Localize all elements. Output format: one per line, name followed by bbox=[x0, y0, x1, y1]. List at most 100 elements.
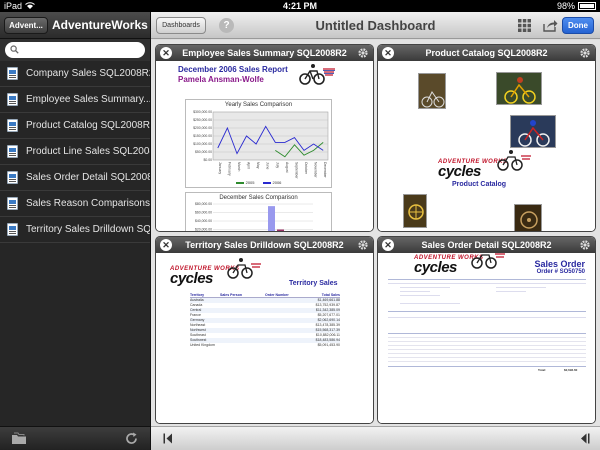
battery-icon bbox=[578, 2, 596, 10]
search-input[interactable] bbox=[5, 42, 145, 58]
close-icon[interactable]: ✕ bbox=[382, 47, 394, 59]
x-tick-label: February bbox=[227, 162, 231, 176]
divider bbox=[400, 295, 440, 296]
report-item-label: Product Catalog SQL2008R2 bbox=[26, 120, 150, 131]
panel-sales-order-detail[interactable]: ✕ Sales Order Detail SQL2008R2 ADVENTURE… bbox=[377, 236, 596, 424]
divider bbox=[400, 291, 430, 292]
dashboard-workspace: ✕ Employee Sales Summary SQL2008R2 Decem… bbox=[151, 40, 600, 426]
table-cell bbox=[265, 343, 310, 348]
panel-title: Product Catalog SQL2008R2 bbox=[425, 48, 548, 58]
y-tick-label: $50,000.00 bbox=[195, 150, 212, 154]
divider bbox=[388, 349, 586, 350]
report-item-label: Product Line Sales SQL2008R2 bbox=[26, 146, 150, 157]
divider bbox=[388, 333, 586, 334]
territory-table: Territory Sales Person Order Number Tota… bbox=[190, 293, 340, 348]
dashboard-area: Dashboards ? Untitled Dashboard Done ✕ E… bbox=[151, 12, 600, 450]
y-tick-label: $20,000.00 bbox=[195, 228, 212, 231]
line-chart-svg: $300,000.00 $250,000.00 $200,000.00 $150,00… bbox=[193, 110, 329, 179]
report-item-company-sales[interactable]: Company Sales SQL2008R2 bbox=[0, 61, 150, 87]
december-sales-chart: December Sales Comparison $80,000.00 $60,… bbox=[185, 192, 332, 231]
divider bbox=[388, 341, 586, 342]
report-list: Company Sales SQL2008R2 Employee Sales S… bbox=[0, 61, 150, 243]
y-tick-label: $80,000.00 bbox=[195, 202, 212, 206]
order-number: Order # SO50750 bbox=[536, 269, 585, 275]
close-icon[interactable]: ✕ bbox=[160, 239, 172, 251]
product-photo bbox=[514, 204, 542, 231]
report-item-product-line-sales[interactable]: Product Line Sales SQL2008R2 bbox=[0, 139, 150, 165]
folders-icon[interactable] bbox=[11, 432, 27, 445]
done-button[interactable]: Done bbox=[562, 17, 594, 34]
collapse-right-icon[interactable] bbox=[580, 433, 590, 444]
x-tick-label: September bbox=[294, 162, 298, 179]
status-right: 98% bbox=[557, 1, 596, 11]
legend-label: 2006 bbox=[272, 180, 282, 185]
panel-employee-sales[interactable]: ✕ Employee Sales Summary SQL2008R2 Decem… bbox=[155, 44, 374, 232]
report-doc-icon bbox=[7, 171, 18, 184]
col-header: Sales Person bbox=[220, 293, 242, 297]
x-tick-label: August bbox=[285, 162, 289, 173]
layout-grid-icon[interactable] bbox=[517, 18, 532, 33]
panel-title: Sales Order Detail SQL2008R2 bbox=[421, 240, 552, 250]
panel-header: ✕ Employee Sales Summary SQL2008R2 bbox=[156, 45, 373, 61]
sidebar-title: AdventureWorks... bbox=[52, 18, 148, 32]
product-photo bbox=[403, 194, 427, 228]
collapse-left-icon[interactable] bbox=[163, 433, 173, 444]
divider bbox=[388, 283, 586, 284]
search-bar bbox=[0, 39, 150, 61]
report-item-sales-order-detail[interactable]: Sales Order Detail SQL2008R2 bbox=[0, 165, 150, 191]
x-tick-label: January bbox=[218, 162, 222, 174]
report-item-employee-sales[interactable]: Employee Sales Summary... bbox=[0, 87, 150, 113]
sidebar: Advent... AdventureWorks... Company Sale… bbox=[0, 12, 151, 450]
product-photo bbox=[510, 115, 556, 148]
bar-chart-svg: $80,000.00 $60,000.00 $40,000.00 $20,000.00 bbox=[195, 202, 313, 231]
report-doc-icon bbox=[7, 197, 18, 210]
status-time: 4:21 PM bbox=[282, 1, 317, 11]
table-row[interactable]: United Kingdom $5,091,453.90 bbox=[190, 343, 340, 348]
report-item-label: Territory Sales Drilldown SQL... bbox=[26, 224, 150, 235]
refresh-icon[interactable] bbox=[125, 432, 138, 445]
back-button[interactable]: Advent... bbox=[4, 17, 48, 34]
report-item-label: Sales Reason Comparisons... bbox=[26, 198, 150, 209]
divider bbox=[388, 345, 586, 346]
panel-content: ADVENTURE WORKS cycles Territory Sales T… bbox=[156, 253, 373, 423]
report-item-product-catalog[interactable]: Product Catalog SQL2008R2 bbox=[0, 113, 150, 139]
close-icon[interactable]: ✕ bbox=[160, 47, 172, 59]
divider bbox=[388, 337, 586, 338]
report-doc-icon bbox=[7, 67, 18, 80]
close-icon[interactable]: ✕ bbox=[382, 239, 394, 251]
report-doc-icon bbox=[7, 119, 18, 132]
y-tick-label: $300,000.00 bbox=[193, 110, 212, 114]
share-icon[interactable] bbox=[542, 18, 558, 33]
report-item-label: Employee Sales Summary... bbox=[26, 94, 150, 105]
divider bbox=[400, 287, 450, 288]
gear-icon[interactable] bbox=[579, 47, 591, 59]
col-header: Order Number bbox=[265, 293, 289, 297]
panel-header: ✕ Sales Order Detail SQL2008R2 bbox=[378, 237, 595, 253]
product-photo bbox=[496, 72, 542, 105]
gear-icon[interactable] bbox=[357, 239, 369, 251]
dashboard-toolbar: Dashboards ? Untitled Dashboard Done bbox=[151, 12, 600, 39]
x-tick-label: October bbox=[304, 162, 308, 175]
table-cell: United Kingdom bbox=[190, 343, 215, 347]
sidebar-header: Advent... AdventureWorks... bbox=[0, 12, 150, 39]
x-tick-label: November bbox=[314, 162, 318, 179]
divider bbox=[388, 317, 586, 318]
order-heading: Sales Order bbox=[534, 259, 585, 269]
panel-content: ADVENTURE WORKS cycles Sales Order Order… bbox=[378, 253, 595, 423]
legend-item-2006: 2006 bbox=[262, 180, 282, 185]
report-doc-icon bbox=[7, 93, 18, 106]
cyclist-logo bbox=[497, 150, 531, 171]
order-total-value: $2,692.60 bbox=[564, 368, 578, 372]
gear-icon[interactable] bbox=[357, 47, 369, 59]
panel-territory-sales[interactable]: ✕ Territory Sales Drilldown SQL2008R2 AD… bbox=[155, 236, 374, 424]
legend-swatch bbox=[262, 181, 271, 184]
divider bbox=[388, 279, 586, 280]
divider bbox=[496, 291, 526, 292]
report-item-territory-sales[interactable]: Territory Sales Drilldown SQL... bbox=[0, 217, 150, 243]
report-item-sales-reason[interactable]: Sales Reason Comparisons... bbox=[0, 191, 150, 217]
y-tick-label: $200,000.00 bbox=[193, 126, 212, 130]
gear-icon[interactable] bbox=[579, 239, 591, 251]
panel-product-catalog[interactable]: ✕ Product Catalog SQL2008R2 ADVENTURE WO… bbox=[377, 44, 596, 232]
bar-1 bbox=[277, 229, 284, 231]
report-title: December 2006 Sales Report bbox=[178, 65, 288, 74]
